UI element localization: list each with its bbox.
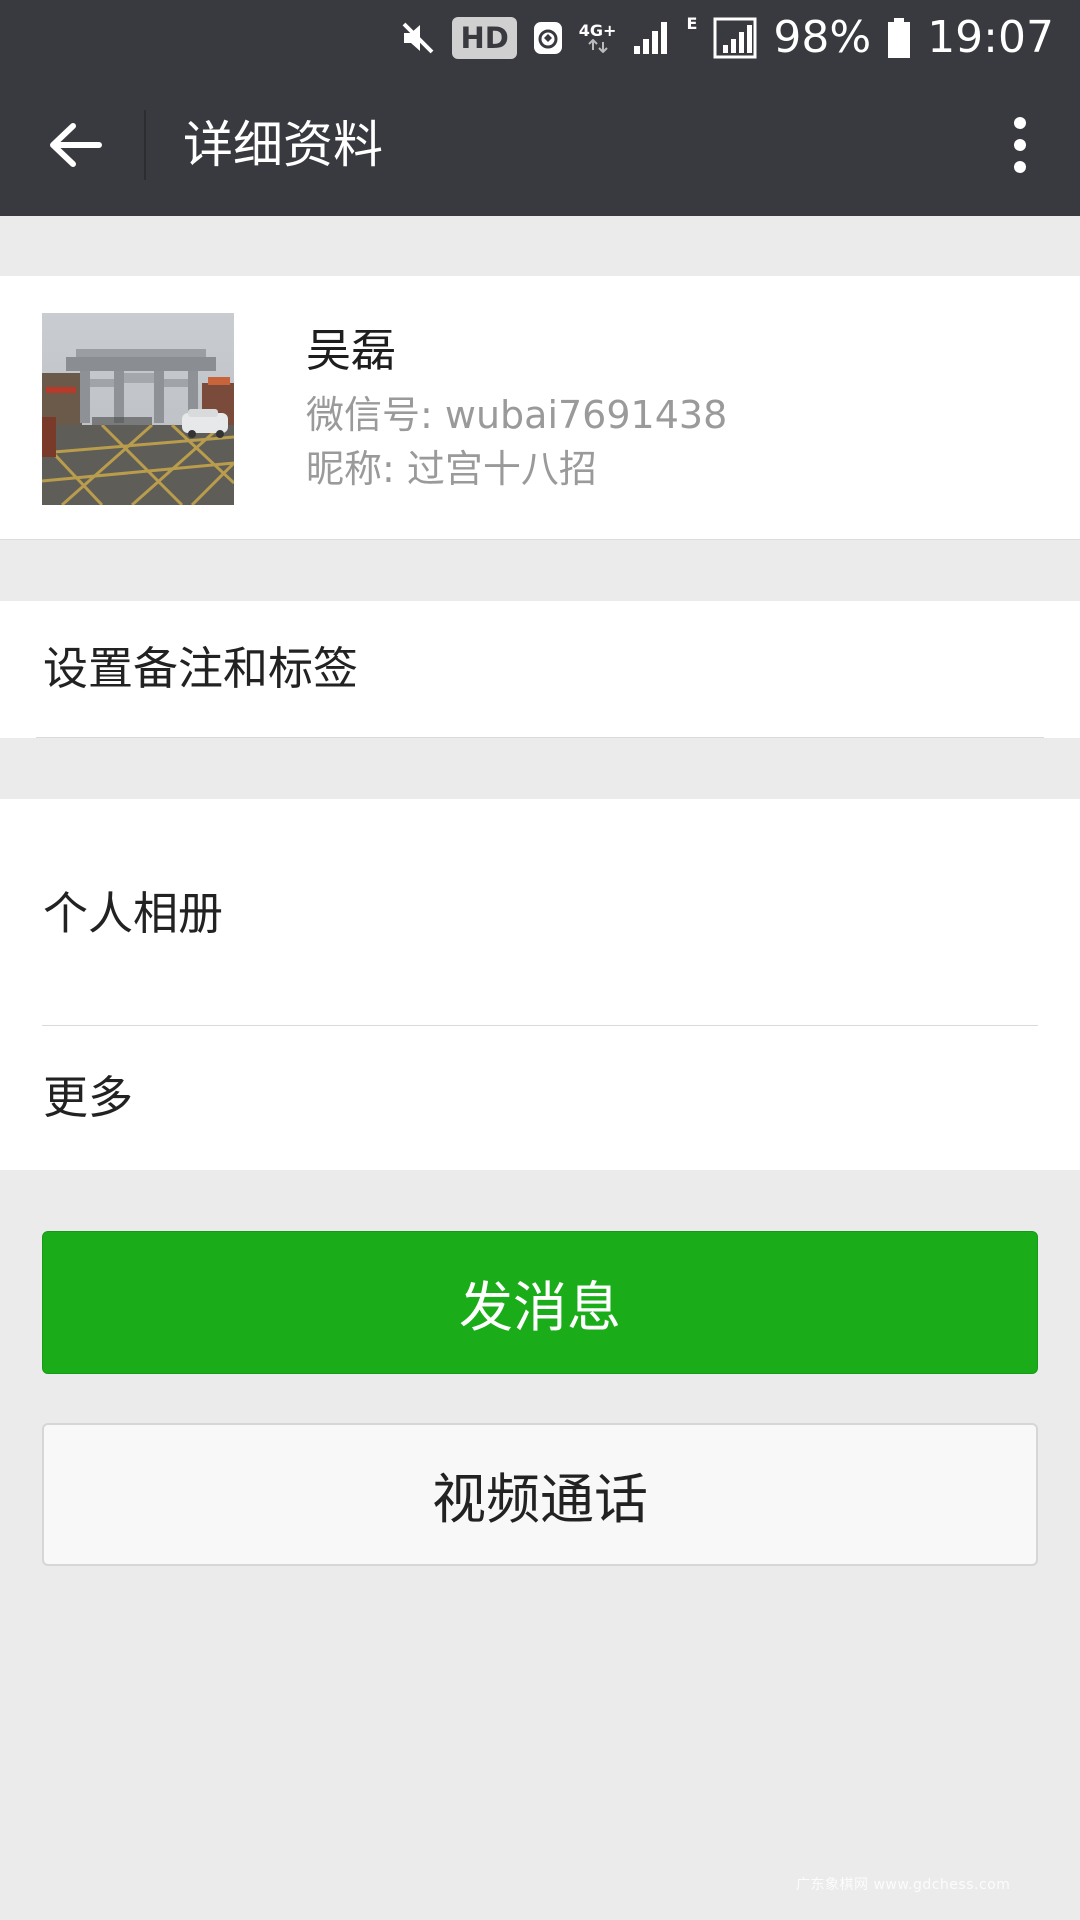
hd-icon: HD [452,16,517,59]
app-bar: 详细资料 [0,75,1080,216]
send-message-button[interactable]: 发消息 [42,1231,1038,1374]
arrow-left-icon [47,120,103,170]
remarks-tags-label: 设置备注和标签 [43,642,359,695]
nickname: 昵称: 过宫十八招 [306,447,597,491]
contact-name: 吴磊 [306,324,397,377]
battery-icon [887,17,911,59]
cell-signal-icon [632,20,670,56]
more-options-button[interactable] [990,105,1050,185]
status-bar: HD 4G+ E 98% 19:07 [0,0,1080,75]
title-divider [144,110,146,180]
watermark: 广东象棋网 www.gdchess.com [796,1877,1011,1893]
wechat-id: 微信号: wubai7691438 [306,393,728,437]
4g-signal-icon: 4G+ [578,20,617,53]
status-icons: HD 4G+ E 98% 19:07 [400,0,1054,75]
mute-icon [400,20,436,56]
e-signal-label: E [686,14,698,33]
profile-card[interactable]: 吴磊 微信号: wubai7691438 昵称: 过宫十八招 [0,276,1080,540]
albums-row[interactable]: 个人相册 [0,799,1080,1025]
battery-percent: 98% [773,12,872,63]
row-divider [36,737,1044,738]
video-call-button[interactable]: 视频通话 [42,1423,1038,1566]
more-label: 更多 [43,1071,134,1124]
network-4g-label: 4G+ [578,20,617,40]
vpn-icon [533,21,563,55]
albums-label: 个人相册 [43,887,224,940]
more-row[interactable]: 更多 [0,1026,1080,1170]
remarks-tags-row[interactable]: 设置备注和标签 [0,601,1080,738]
info-list: 个人相册 更多 [0,799,1080,1170]
page-title: 详细资料 [183,116,383,174]
more-vertical-icon [1012,115,1028,175]
e-signal-icon [713,17,757,59]
back-button[interactable] [40,110,110,180]
avatar[interactable] [42,313,234,505]
clock: 19:07 [927,12,1054,63]
